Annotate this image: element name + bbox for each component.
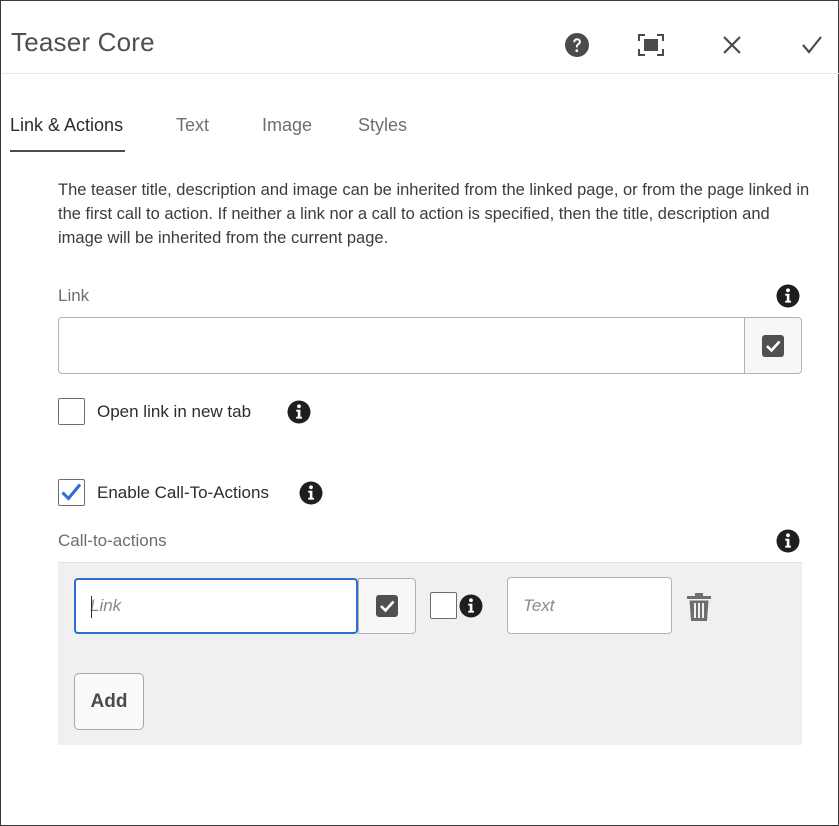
cta-label: Call-to-actions: [58, 531, 167, 550]
done-button[interactable]: [797, 30, 827, 60]
enable-cta-checkbox[interactable]: [58, 479, 85, 506]
fullscreen-icon: [638, 34, 664, 56]
tab-link-actions[interactable]: Link & Actions: [10, 115, 123, 136]
tab-text[interactable]: Text: [176, 115, 209, 136]
close-icon: [723, 36, 741, 54]
link-picker-button[interactable]: [744, 317, 802, 374]
fullscreen-button[interactable]: [636, 30, 666, 60]
active-tab-indicator: [10, 150, 125, 152]
add-cta-button[interactable]: Add: [74, 673, 144, 730]
trash-icon[interactable]: [685, 592, 713, 622]
open-new-tab-info-icon[interactable]: [287, 400, 311, 424]
teaser-dialog: Teaser Core Link & Actions Text Image St…: [0, 0, 839, 826]
link-label: Link: [58, 286, 90, 305]
intro-description: The teaser title, description and image …: [58, 181, 810, 247]
cta-new-tab-checkbox[interactable]: [430, 592, 457, 619]
cta-link-placeholder: Link: [90, 596, 122, 615]
enable-cta-label: Enable Call-To-Actions: [97, 483, 269, 502]
checkmark-icon: [61, 483, 82, 501]
help-icon: [565, 33, 589, 57]
link-input[interactable]: [58, 317, 744, 374]
select-check-icon: [376, 595, 398, 617]
text-caret: [91, 596, 92, 618]
checkmark-icon: [802, 36, 822, 54]
tab-image[interactable]: Image: [262, 115, 312, 136]
cta-text-input[interactable]: Text: [507, 577, 672, 634]
cta-link-picker-button[interactable]: [358, 578, 416, 634]
cta-text-placeholder: Text: [523, 596, 555, 615]
cta-link-input[interactable]: Link: [74, 578, 358, 634]
link-info-icon[interactable]: [776, 284, 800, 308]
cta-new-tab-info-icon[interactable]: [459, 594, 483, 618]
dialog-header: Teaser Core: [2, 2, 839, 74]
open-new-tab-label: Open link in new tab: [97, 402, 252, 421]
help-button[interactable]: [562, 30, 592, 60]
tab-styles[interactable]: Styles: [358, 115, 407, 136]
dialog-title: Teaser Core: [11, 27, 155, 57]
open-new-tab-checkbox[interactable]: [58, 398, 85, 425]
close-button[interactable]: [717, 30, 747, 60]
enable-cta-info-icon[interactable]: [299, 481, 323, 505]
cta-info-icon[interactable]: [776, 529, 800, 553]
select-check-icon: [762, 334, 784, 357]
